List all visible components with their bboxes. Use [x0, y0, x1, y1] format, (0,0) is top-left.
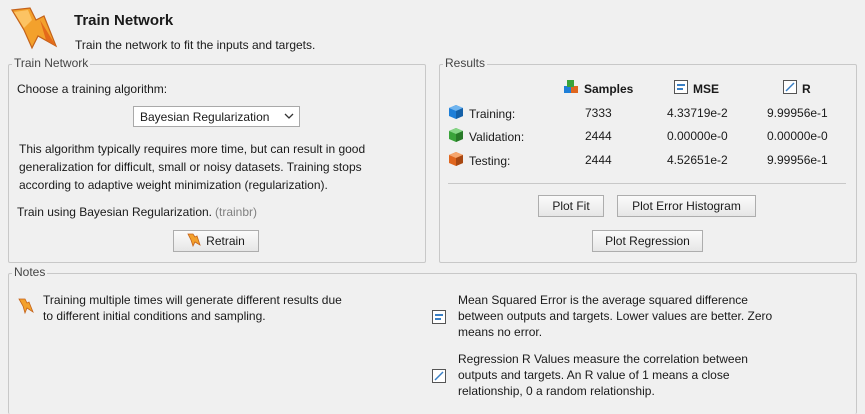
training-note-icon	[18, 298, 34, 317]
notes-panel-title: Notes	[12, 265, 48, 279]
validation-label: Validation:	[469, 129, 525, 144]
plot-fit-button[interactable]: Plot Fit	[538, 195, 604, 217]
testing-row-label: Testing:	[448, 151, 510, 170]
training-samples: 7333	[585, 106, 612, 120]
testing-cube-icon	[448, 151, 464, 170]
training-r: 9.99956e-1	[767, 106, 828, 120]
page-title: Train Network	[74, 12, 174, 29]
validation-mse: 0.00000e-0	[667, 129, 728, 143]
r-header-label: R	[802, 81, 811, 96]
choose-algorithm-label: Choose a training algorithm:	[17, 82, 168, 96]
r-note-icon	[432, 369, 446, 386]
validation-samples: 2444	[585, 129, 612, 143]
r-note-text: Regression R Values measure the correlat…	[458, 352, 748, 398]
chevron-down-icon	[284, 110, 294, 125]
mse-note-text: Mean Squared Error is the average square…	[458, 293, 773, 339]
train-function-code: (trainbr)	[215, 205, 258, 219]
algorithm-select[interactable]: Bayesian Regularization	[133, 106, 300, 127]
r-icon	[783, 80, 797, 97]
retrain-button[interactable]: Retrain	[173, 230, 259, 252]
training-cube-icon	[448, 104, 464, 123]
train-using-text: Train using Bayesian Regularization.	[17, 205, 212, 219]
retrain-label: Retrain	[206, 234, 245, 248]
results-divider	[448, 183, 846, 184]
samples-header-label: Samples	[584, 81, 634, 96]
retrain-icon	[187, 233, 201, 250]
mse-icon	[674, 80, 688, 97]
training-row-label: Training:	[448, 104, 515, 123]
mse-column-header: MSE	[674, 80, 719, 97]
testing-mse: 4.52651e-2	[667, 153, 728, 167]
algorithm-description: This algorithm typically requires more t…	[19, 142, 366, 192]
algorithm-select-value: Bayesian Regularization	[140, 109, 270, 124]
results-panel-title: Results	[443, 56, 488, 70]
training-mse: 4.33719e-2	[667, 106, 728, 120]
plot-error-histogram-button[interactable]: Plot Error Histogram	[617, 195, 756, 217]
r-column-header: R	[783, 80, 811, 97]
train-panel-title: Train Network	[12, 56, 91, 70]
validation-row-label: Validation:	[448, 127, 524, 146]
testing-label: Testing:	[469, 153, 511, 168]
samples-column-header: Samples	[563, 80, 633, 97]
mse-header-label: MSE	[693, 81, 720, 96]
plot-regression-button[interactable]: Plot Regression	[592, 230, 703, 252]
training-label: Training:	[469, 106, 516, 121]
testing-samples: 2444	[585, 153, 612, 167]
train-network-logo-icon	[10, 6, 62, 52]
testing-r: 9.99956e-1	[767, 153, 828, 167]
validation-cube-icon	[448, 127, 464, 146]
mse-note-icon	[432, 310, 446, 327]
page-subtitle: Train the network to fit the inputs and …	[75, 38, 316, 52]
validation-r: 0.00000e-0	[767, 129, 828, 143]
samples-icon	[563, 80, 579, 97]
training-note-text: Training multiple times will generate di…	[43, 293, 342, 323]
